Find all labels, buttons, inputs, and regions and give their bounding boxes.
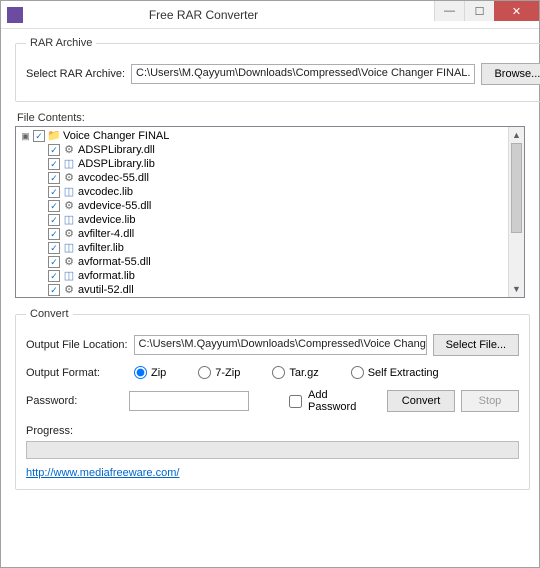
collapse-icon[interactable]: ▣ <box>20 131 31 142</box>
file-icon: ◫ <box>62 213 76 227</box>
output-format-label: Output Format: <box>26 367 128 379</box>
format-zip-label: Zip <box>151 367 166 379</box>
titlebar: Free RAR Converter — ☐ ✕ <box>1 1 539 29</box>
checkbox[interactable] <box>33 130 45 142</box>
tree-row[interactable]: ⚙avcodec-55.dll <box>48 171 524 185</box>
file-icon: ◫ <box>62 185 76 199</box>
file-icon: ⚙ <box>62 255 76 269</box>
file-icon: ⚙ <box>62 143 76 157</box>
format-targz-option[interactable]: Tar.gz <box>272 366 318 379</box>
select-file-button[interactable]: Select File... <box>433 334 520 356</box>
scroll-thumb[interactable] <box>511 143 522 233</box>
rar-archive-legend: RAR Archive <box>26 37 96 49</box>
file-name: avcodec.lib <box>78 185 133 199</box>
password-input[interactable] <box>129 391 249 411</box>
file-icon: ◫ <box>62 157 76 171</box>
tree-row[interactable]: ◫avdevice.lib <box>48 213 524 227</box>
file-icon: ◫ <box>62 269 76 283</box>
minimize-button[interactable]: — <box>434 1 464 21</box>
folder-icon: 📁 <box>47 129 61 143</box>
file-name: avformat-55.dll <box>78 255 151 269</box>
checkbox[interactable] <box>48 172 60 184</box>
format-7zip-label: 7-Zip <box>215 367 240 379</box>
tree-row[interactable]: ⚙avutil-52.dll <box>48 283 524 297</box>
tree-row[interactable]: ⚙ADSPLibrary.dll <box>48 143 524 157</box>
file-icon: ◫ <box>62 241 76 255</box>
tree-row[interactable]: ◫avfilter.lib <box>48 241 524 255</box>
file-icon: ⚙ <box>62 283 76 297</box>
checkbox[interactable] <box>48 228 60 240</box>
output-path-input[interactable]: C:\Users\M.Qayyum\Downloads\Compressed\V… <box>134 335 427 355</box>
close-button[interactable]: ✕ <box>494 1 539 21</box>
stop-button: Stop <box>461 390 519 412</box>
add-password-label: Add Password <box>308 389 375 413</box>
maximize-button[interactable]: ☐ <box>464 1 494 21</box>
checkbox[interactable] <box>48 270 60 282</box>
file-name: avdevice-55.dll <box>78 199 151 213</box>
tree-row[interactable]: ⚙avformat-55.dll <box>48 255 524 269</box>
checkbox[interactable] <box>48 214 60 226</box>
format-zip-radio[interactable] <box>134 366 147 379</box>
format-sfx-label: Self Extracting <box>368 367 439 379</box>
tree-row[interactable]: ◫avformat.lib <box>48 269 524 283</box>
checkbox[interactable] <box>48 256 60 268</box>
file-name: avformat.lib <box>78 269 135 283</box>
scrollbar[interactable]: ▲ ▼ <box>508 127 524 297</box>
file-contents-label: File Contents: <box>17 112 525 124</box>
file-name: avfilter-4.dll <box>78 227 134 241</box>
file-name: ADSPLibrary.lib <box>78 157 155 171</box>
file-name: avdevice.lib <box>78 213 135 227</box>
format-7zip-option[interactable]: 7-Zip <box>198 366 240 379</box>
password-label: Password: <box>26 395 123 407</box>
checkbox[interactable] <box>48 284 60 296</box>
tree-row[interactable]: ⚙avfilter-4.dll <box>48 227 524 241</box>
window-body: RAR Archive Select RAR Archive: C:\Users… <box>1 29 539 510</box>
format-sfx-radio[interactable] <box>351 366 364 379</box>
progress-bar <box>26 441 519 459</box>
progress-label: Progress: <box>26 425 519 437</box>
rar-archive-group: RAR Archive Select RAR Archive: C:\Users… <box>15 37 540 102</box>
format-sfx-option[interactable]: Self Extracting <box>351 366 439 379</box>
format-zip-option[interactable]: Zip <box>134 366 166 379</box>
checkbox[interactable] <box>48 144 60 156</box>
tree-root-row[interactable]: ▣ 📁 Voice Changer FINAL <box>20 129 524 143</box>
tree-row[interactable]: ⚙avdevice-55.dll <box>48 199 524 213</box>
format-targz-radio[interactable] <box>272 366 285 379</box>
file-name: avfilter.lib <box>78 241 124 255</box>
tree-row[interactable]: ◫avcodec.lib <box>48 185 524 199</box>
browse-button[interactable]: Browse... <box>481 63 540 85</box>
window-controls: — ☐ ✕ <box>434 1 539 28</box>
file-name: avcodec-55.dll <box>78 171 149 185</box>
file-tree[interactable]: ▣ 📁 Voice Changer FINAL ⚙ADSPLibrary.dll… <box>15 126 525 298</box>
format-7zip-radio[interactable] <box>198 366 211 379</box>
file-icon: ⚙ <box>62 171 76 185</box>
checkbox[interactable] <box>48 200 60 212</box>
website-link[interactable]: http://www.mediafreeware.com/ <box>26 467 179 479</box>
scroll-up-icon[interactable]: ▲ <box>509 127 524 143</box>
file-icon: ⚙ <box>62 199 76 213</box>
app-window: Free RAR Converter — ☐ ✕ RAR Archive Sel… <box>0 0 540 568</box>
convert-button[interactable]: Convert <box>387 390 455 412</box>
convert-legend: Convert <box>26 308 73 320</box>
rar-path-input[interactable]: C:\Users\M.Qayyum\Downloads\Compressed\V… <box>131 64 475 84</box>
checkbox[interactable] <box>48 158 60 170</box>
convert-group: Convert Output File Location: C:\Users\M… <box>15 308 530 490</box>
checkbox[interactable] <box>48 186 60 198</box>
format-targz-label: Tar.gz <box>289 367 318 379</box>
add-password-checkbox[interactable] <box>289 395 302 408</box>
checkbox[interactable] <box>48 242 60 254</box>
output-location-label: Output File Location: <box>26 339 128 351</box>
file-name: ADSPLibrary.dll <box>78 143 155 157</box>
tree-root-label: Voice Changer FINAL <box>63 129 169 143</box>
file-name: avutil-52.dll <box>78 283 134 297</box>
window-title: Free RAR Converter <box>0 8 434 22</box>
file-icon: ⚙ <box>62 227 76 241</box>
select-rar-label: Select RAR Archive: <box>26 68 125 80</box>
tree-row[interactable]: ◫ADSPLibrary.lib <box>48 157 524 171</box>
scroll-down-icon[interactable]: ▼ <box>509 281 524 297</box>
